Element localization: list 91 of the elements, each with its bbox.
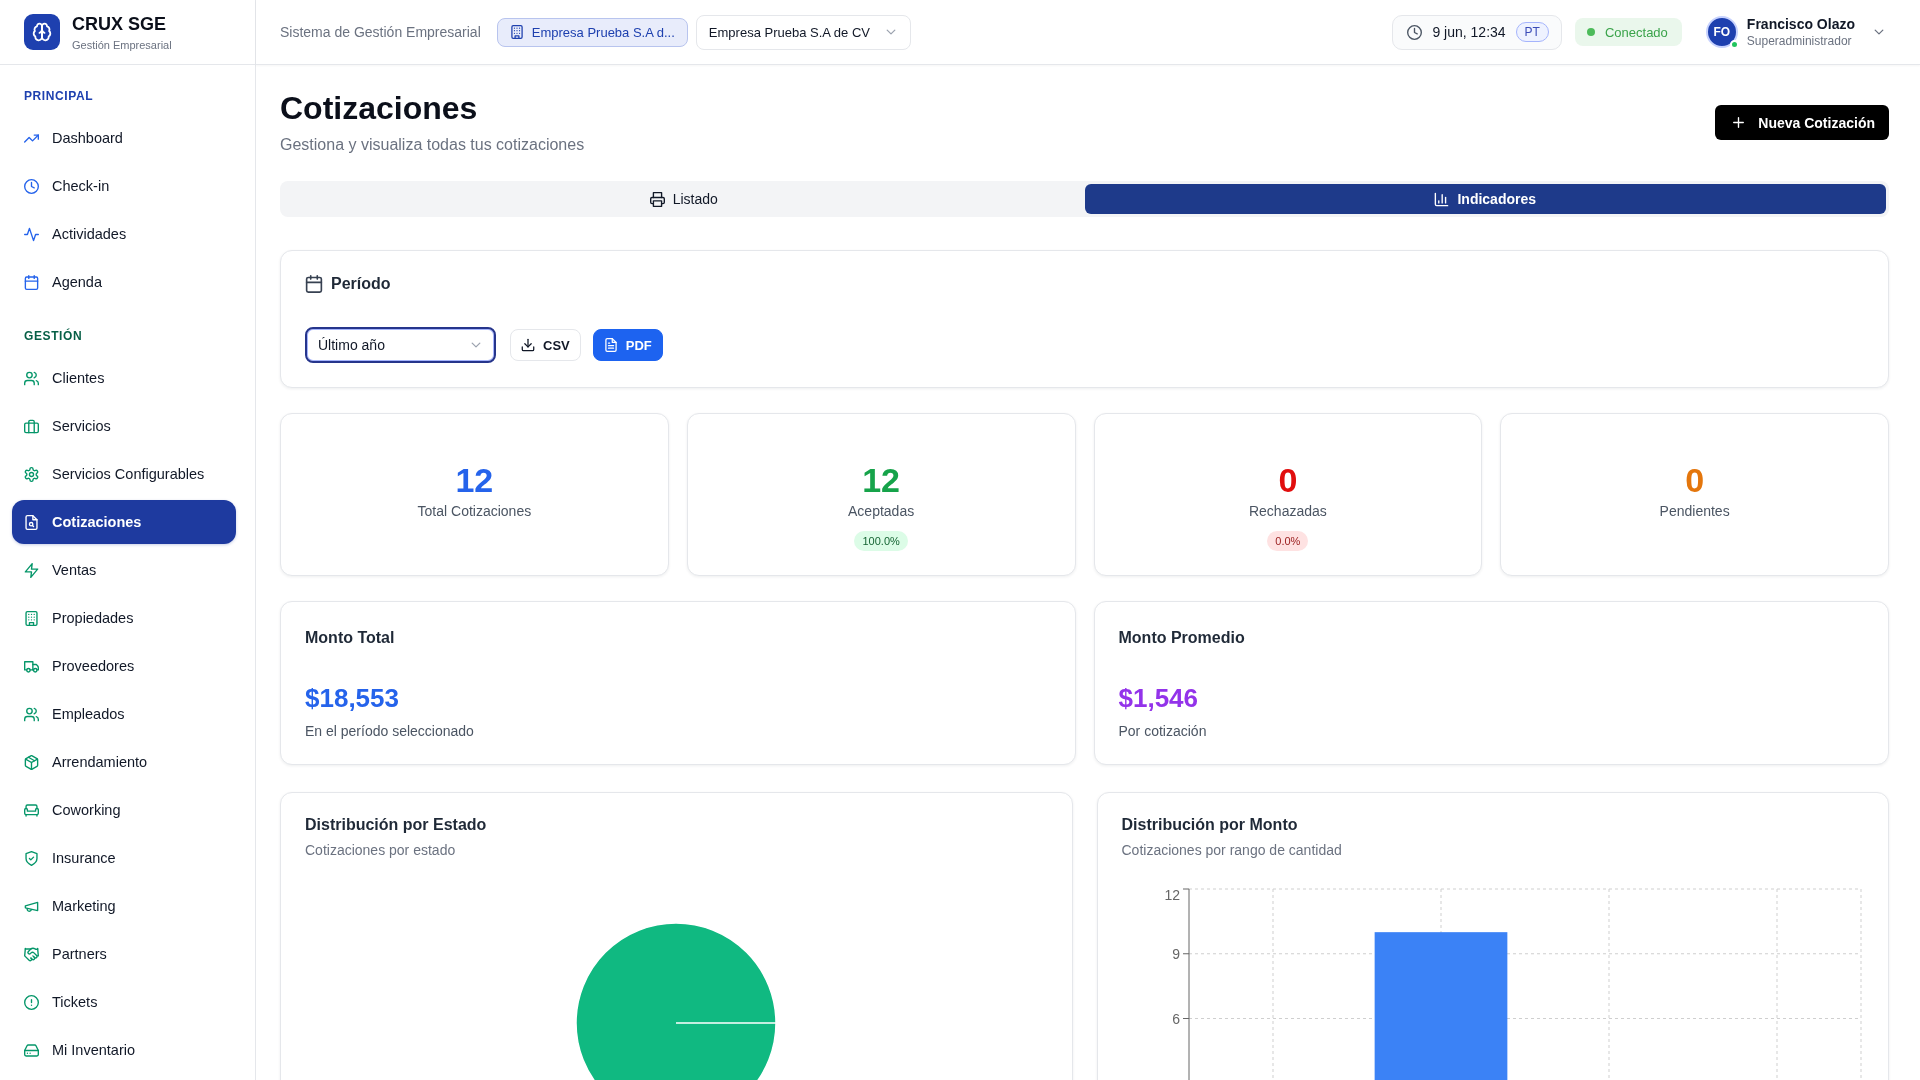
section-heading: PRINCIPAL [23, 88, 95, 104]
card-title: Distribución por Monto [1121, 815, 1299, 835]
document-search-icon [24, 514, 39, 530]
export-button[interactable]: PDF [592, 329, 663, 361]
status-label: Conectado [1604, 24, 1668, 40]
nav-item[interactable]: Proveedores [12, 644, 236, 688]
nav-item[interactable]: Arrendamiento [12, 740, 236, 784]
card-title: Período [331, 274, 391, 294]
calendar-icon [24, 274, 39, 290]
drive-icon [24, 1042, 39, 1058]
timezone-badge: PT [1515, 22, 1549, 42]
document-icon [603, 338, 618, 352]
shield-check-icon [24, 850, 39, 866]
nav-item[interactable]: Agenda [12, 260, 236, 304]
building-icon [509, 25, 524, 39]
bar-chart-icon [1434, 191, 1450, 207]
amount-value: $1,546 [1118, 682, 1200, 714]
briefcase-icon [24, 418, 39, 434]
gear-icon [24, 466, 39, 482]
stat-value: 12 [862, 460, 901, 500]
handshake-icon [24, 946, 39, 962]
page-subtitle: Gestiona y visualiza todas tus cotizaciones [280, 135, 585, 155]
percent-badge: 100.0% [854, 531, 908, 551]
tab[interactable]: Listado [283, 184, 1085, 214]
period-select[interactable]: Último año [305, 327, 496, 363]
nav-item[interactable]: Mi Inventario [12, 1028, 236, 1072]
card-title: Monto Total [305, 628, 396, 648]
section-heading: GESTIÓN [23, 328, 84, 344]
building-icon [24, 610, 39, 626]
nav-item[interactable]: Servicios Configurables [12, 452, 236, 496]
time-text: 9 jun, 12:34 [1432, 24, 1506, 40]
card-title: Monto Promedio [1118, 628, 1246, 648]
calendar-icon [305, 275, 323, 293]
card-title: Distribución por Estado [305, 815, 488, 835]
nav-item[interactable]: Insurance [12, 836, 236, 880]
nav-item[interactable]: Actividades [12, 212, 236, 256]
box-icon [24, 754, 39, 770]
nav-item[interactable]: Marketing [12, 884, 236, 928]
clock-icon [1407, 24, 1423, 40]
axis-tick-label: 9 [1171, 945, 1180, 962]
company-name: Empresa Prueba S.A d... [531, 24, 675, 40]
brain-icon [24, 14, 60, 50]
download-icon [521, 338, 535, 352]
users-icon [24, 370, 39, 386]
axis-tick-label: 12 [1163, 887, 1180, 903]
nav-item[interactable]: Tickets [12, 980, 236, 1024]
nav-item[interactable]: Check-in [12, 164, 236, 208]
stat-label: Rechazadas [1248, 502, 1327, 521]
status-dot-icon [1586, 28, 1595, 36]
app-name: CRUX SGE [72, 12, 168, 35]
nav-item[interactable]: Dashboard [12, 116, 236, 160]
truck-icon [24, 658, 39, 674]
card-subtitle: Cotizaciones por estado [305, 841, 457, 860]
amount-value: $18,553 [305, 682, 400, 714]
lightning-icon [24, 562, 39, 578]
nav-item[interactable]: Partners [12, 932, 236, 976]
tab[interactable]: Indicadores [1084, 184, 1886, 214]
stat-value: 0 [1685, 460, 1705, 500]
stat-label: Aceptadas [848, 502, 915, 521]
card-subtitle: Cotizaciones por rango de cantidad [1121, 841, 1343, 860]
nav-item[interactable]: Propiedades [12, 596, 236, 640]
user-name: Francisco Olazo [1746, 15, 1855, 33]
stat-value: 0 [1278, 460, 1298, 500]
pulse-icon [24, 226, 39, 242]
amount-caption: Por cotización [1118, 722, 1208, 741]
nav-item[interactable]: Empleados [12, 692, 236, 736]
users-icon [24, 706, 39, 722]
nav-item[interactable]: Ventas [12, 548, 236, 592]
stat-value: 12 [455, 460, 494, 500]
exclamation-circle-icon [24, 994, 39, 1010]
nav-item[interactable]: Clientes [12, 356, 236, 400]
printer-icon [649, 191, 665, 207]
percent-badge: 0.0% [1267, 531, 1309, 551]
nav-item[interactable]: Cotizaciones [12, 500, 236, 544]
company-select[interactable]: Empresa Prueba S.A de CV [695, 14, 911, 50]
avatar: FO [1705, 16, 1738, 48]
stat-label: Pendientes [1659, 502, 1730, 521]
page-title: Cotizaciones [280, 89, 479, 128]
nav-item[interactable]: Servicios [12, 404, 236, 448]
export-button[interactable]: CSV [510, 329, 581, 361]
stat-label: Total Cotizaciones [417, 502, 532, 521]
plus-icon [1731, 115, 1747, 130]
new-quote-button[interactable]: Nueva Cotización [1715, 105, 1889, 140]
amount-caption: En el período seleccionado [305, 722, 475, 741]
nav-item[interactable]: Coworking [12, 788, 236, 832]
axis-tick-label: 6 [1171, 1010, 1180, 1027]
system-name: Sistema de Gestión Empresarial [280, 24, 481, 40]
sofa-icon [24, 802, 39, 818]
clock-icon [24, 178, 39, 194]
app-subtitle: Gestión Empresarial [72, 37, 172, 52]
user-role: Superadministrador [1746, 33, 1853, 49]
